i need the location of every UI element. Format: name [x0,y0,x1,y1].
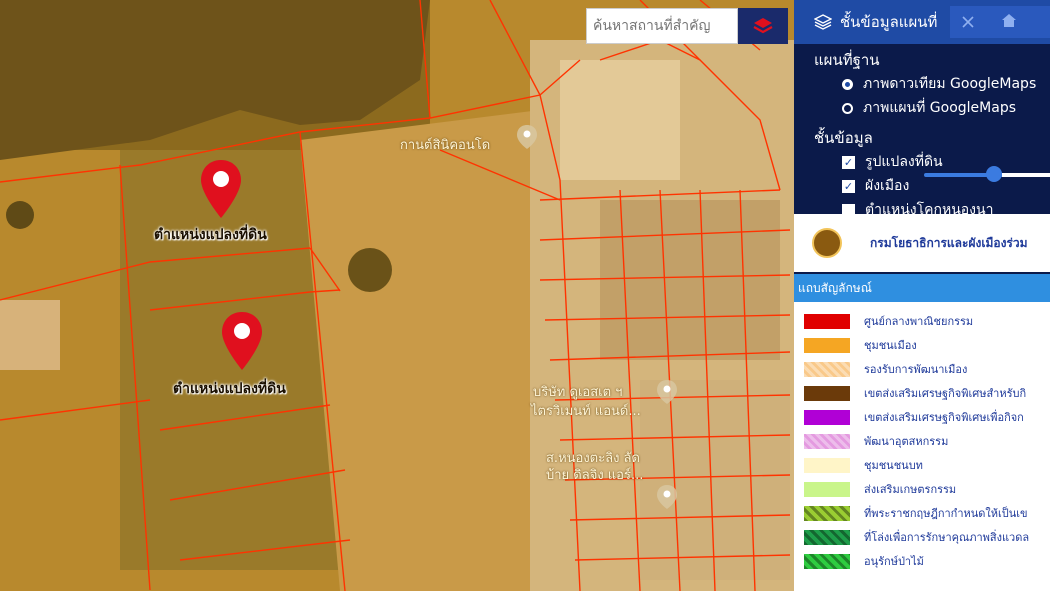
legend-label: ชุมชนเมือง [864,339,917,352]
opacity-slider-handle[interactable] [986,166,1002,182]
layer-panel: ชั้นข้อมูลแผนที่ แผนที่ฐาน ภาพดาวเทียม G… [794,0,1050,591]
legend-swatch [804,457,850,473]
opacity-slider-rest[interactable] [1002,173,1050,177]
layer-label: ผังเมือง [865,178,910,194]
basemap-heading: แผนที่ฐาน [814,51,880,69]
legend-label: เขตส่งเสริมเศรษฐกิจพิเศษเพื่อกิจก [864,411,1024,424]
legend-swatch [804,313,850,329]
place-marker-icon[interactable] [656,379,678,405]
option-label: ภาพแผนที่ GoogleMaps [863,100,1017,116]
department-logo [812,228,842,258]
legend-label: ที่พระราชกฤษฎีกากำหนดให้เป็นเข [864,507,1028,520]
panel-tab[interactable] [950,6,1050,38]
legend-label: ส่งเสริมเกษตรกรรม [864,483,957,496]
legend-item: เขตส่งเสริมเศรษฐกิจพิเศษเพื่อกิจก [804,408,1024,426]
legend-list: ศูนย์กลางพาณิชยกรรมชุมชนเมืองรองรับการพั… [794,302,1050,591]
department-banner: กรมโยธาธิการและผังเมืองร่วม [794,214,1050,272]
legend-item: เขตส่งเสริมเศรษฐกิจพิเศษสำหรับกิ [804,384,1026,402]
layer-parcels[interactable]: ✓ รูปแปลงที่ดิน [794,150,1050,174]
layers-button[interactable] [738,8,788,44]
legend-label: พัฒนาอุตสหกรรม [864,435,949,448]
legend-item: ชุมชนชนบท [804,456,923,474]
legend-item: พัฒนาอุตสหกรรม [804,432,948,450]
place-marker-icon[interactable] [656,484,678,510]
checkbox-checked[interactable]: ✓ [842,179,855,193]
poi-label[interactable]: บ้าย ดิลจิง แอร์... [546,464,643,485]
legend-swatch [804,337,850,353]
department-name: กรมโยธาธิการและผังเมืองร่วม [870,235,1028,250]
legend-item: ส่งเสริมเกษตรกรรม [804,480,956,498]
legend-label: ศูนย์กลางพาณิชยกรรม [864,315,974,328]
panel-title: ชั้นข้อมูลแผนที่ [840,13,938,31]
legend-label: เขตส่งเสริมเศรษฐกิจพิเศษสำหรับกิ [864,387,1027,400]
layers-icon [814,14,832,30]
legend-item: อนุรักษ์ป่าไม้ [804,552,924,570]
legend-swatch [804,409,850,425]
basemap-option-satellite[interactable]: ภาพดาวเทียม GoogleMaps [794,72,1050,96]
legend-label: ชุมชนชนบท [864,459,923,472]
radio-unselected[interactable] [842,102,853,114]
legend-label: ที่โล่งเพื่อการรักษาคุณภาพสิ่งแวดล [864,531,1030,544]
poi-label[interactable]: บริษัท ดูเอสเต ฯ [533,381,622,402]
option-label: ภาพดาวเทียม GoogleMaps [863,76,1037,92]
legend-heading: แถบสัญลักษณ์ [794,274,1050,302]
location-pin-icon[interactable] [199,158,243,220]
place-marker-icon[interactable] [516,124,538,150]
legend-label: รองรับการพัฒนาเมือง [864,363,968,376]
legend-item: ที่โล่งเพื่อการรักษาคุณภาพสิ่งแวดล [804,528,1029,546]
search-input[interactable] [586,8,738,44]
layers-icon [753,18,773,34]
legend-swatch [804,481,850,497]
close-icon[interactable] [960,14,976,30]
legend-swatch [804,361,850,377]
poi-label[interactable]: ไตรวิเมนท์ แอนด์... [531,400,641,421]
legend-swatch [804,529,850,545]
home-icon[interactable] [1000,12,1018,30]
legend-label: อนุรักษ์ป่าไม้ [864,555,924,568]
location-pin-icon[interactable] [220,310,264,372]
layer-cityplan[interactable]: ✓ ผังเมือง [794,174,1050,198]
legend-swatch [804,505,850,521]
checkbox-checked[interactable]: ✓ [842,155,855,169]
legend-swatch [804,433,850,449]
legend-item: ศูนย์กลางพาณิชยกรรม [804,312,973,330]
pin-label: ตำแหน่งแปลงที่ดิน [154,227,267,243]
pin-label: ตำแหน่งแปลงที่ดิน [173,381,286,397]
legend-item: รองรับการพัฒนาเมือง [804,360,967,378]
map-canvas[interactable]: ตำแหน่งแปลงที่ดิน ตำแหน่งแปลงที่ดิน กานต… [0,0,794,591]
layers-heading: ชั้นข้อมูล [814,129,873,147]
layer-label: รูปแปลงที่ดิน [865,154,943,170]
basemap-option-roadmap[interactable]: ภาพแผนที่ GoogleMaps [794,96,1050,120]
legend-swatch [804,553,850,569]
legend-item: ที่พระราชกฤษฎีกากำหนดให้เป็นเข [804,504,1028,522]
legend-swatch [804,385,850,401]
legend-item: ชุมชนเมือง [804,336,917,354]
poi-label[interactable]: กานต์สินิคอนโด [400,134,490,155]
radio-selected[interactable] [842,78,853,90]
